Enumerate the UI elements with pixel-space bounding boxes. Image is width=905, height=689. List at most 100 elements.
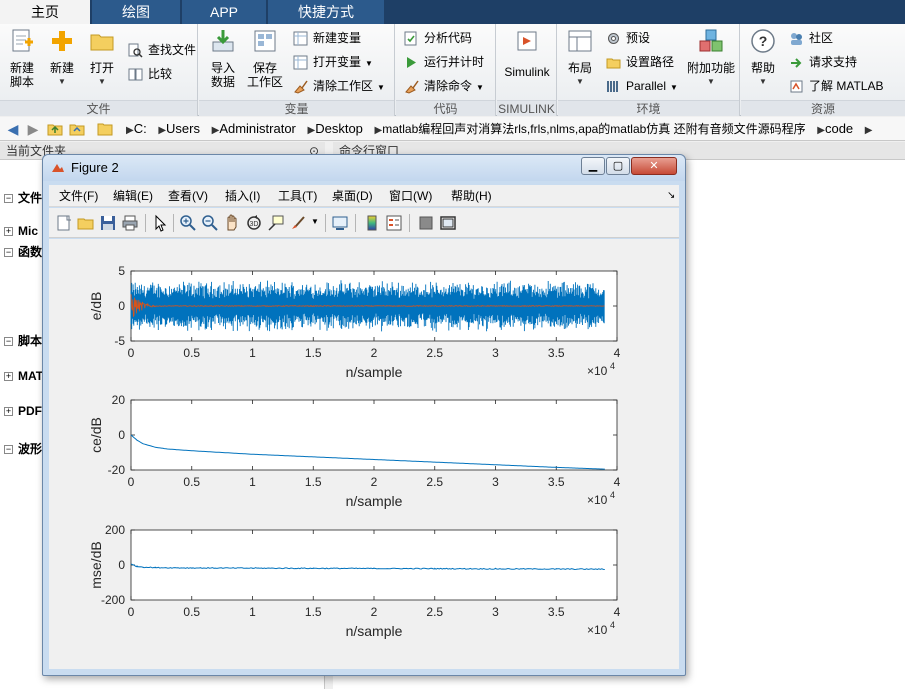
clear-commands-button[interactable]: 清除命令 ▼ [404,76,484,96]
clear-workspace-button[interactable]: 清除工作区 ▼ [293,76,385,96]
zoom-in-icon[interactable] [179,214,197,232]
figure-title-bar[interactable]: Figure 2 ▁ ▢ ✕ [43,155,685,181]
open-file-icon[interactable] [77,214,95,232]
new-button[interactable]: 新建 ▼ [46,28,78,89]
collapse-icon[interactable]: − [4,194,13,204]
menu-file[interactable]: 文件(F) [59,185,98,207]
simulink-group-title: SIMULINK [497,100,556,116]
tab-home[interactable]: 主页 [0,0,90,24]
back-arrow-icon[interactable]: ◀ [4,120,22,138]
breadcrumb-segment[interactable]: matlab编程回声对消算法rls,frls,nlms,apa的matlab仿真… [382,122,805,136]
simulink-button[interactable]: Simulink [501,28,553,79]
compare-button[interactable]: 比较 [128,64,172,84]
collapse-icon[interactable]: − [4,337,13,347]
help-dropdown-icon[interactable]: ▼ [747,75,779,89]
tree-item-pdf[interactable]: + PDF [4,404,42,418]
subplots[interactable]: 0 0.5 1 1.5 2 2.5 3 3.5 450-5n/samplee/dB×10 40 0.… [49,239,679,669]
parallel-dropdown-icon[interactable]: ▼ [670,83,678,92]
collapse-icon[interactable]: − [4,445,13,455]
open-variable-icon [293,55,308,70]
tab-shortcuts[interactable]: 快捷方式 [268,0,384,24]
pointer-icon[interactable] [151,214,169,232]
figure-canvas[interactable]: 0 0.5 1 1.5 2 2.5 3 3.5 4 5 0 -5 n/sample e/dB ×10 4 0 0.… [49,239,679,669]
import-label-2: 数据 [210,75,235,89]
community-button[interactable]: 社区 [789,28,833,48]
brush-icon[interactable] [289,214,307,232]
link-icon[interactable] [331,214,349,232]
maximize-button[interactable]: ▢ [606,157,630,175]
data-cursor-icon[interactable] [267,214,285,232]
breadcrumb-segment[interactable]: Users [166,121,200,136]
zoom-out-icon[interactable] [201,214,219,232]
expand-icon[interactable]: + [4,372,13,382]
breadcrumb-segment[interactable]: Administrator [219,121,296,136]
tab-plots[interactable]: 绘图 [92,0,180,24]
collapse-icon[interactable]: − [4,248,13,258]
addons-button[interactable]: 附加功能 ▼ [686,28,736,89]
close-button[interactable]: ✕ [631,157,677,175]
breadcrumb-segment[interactable]: C: [134,121,147,136]
menu-edit[interactable]: 编辑(E) [113,185,153,207]
minimize-button[interactable]: ▁ [581,157,605,175]
dock-arrow-icon[interactable]: ↘ [667,185,675,207]
pan-icon[interactable] [223,214,241,232]
open-dropdown-icon[interactable]: ▼ [86,75,118,89]
colorbar-icon[interactable] [363,214,381,232]
layout-dropdown-icon[interactable]: ▼ [564,75,596,89]
parallel-button[interactable]: Parallel ▼ [606,76,678,96]
tree-item-mic[interactable]: + Mic [4,224,38,238]
expand-icon[interactable]: + [4,407,13,417]
clear-workspace-dropdown-icon[interactable]: ▼ [377,83,385,92]
rotate-icon[interactable]: 3D [245,214,263,232]
hide-tools-icon[interactable] [417,214,435,232]
preferences-button[interactable]: 预设 [606,28,650,48]
tree-item-mat[interactable]: + MAT [4,369,43,383]
find-files-button[interactable]: 查找文件 [128,40,196,60]
tree-item-scripts[interactable]: − 脚本 [4,332,42,349]
menu-tools[interactable]: 工具(T) [278,185,317,207]
up-folder-icon[interactable] [46,120,64,138]
addons-dropdown-icon[interactable]: ▼ [686,75,736,89]
new-script-button[interactable]: 新建 脚本 [6,28,38,89]
new-figure-icon[interactable] [55,214,73,232]
set-path-button[interactable]: 设置路径 [606,52,674,72]
open-button[interactable]: 打开 ▼ [86,28,118,89]
brush-dropdown-icon[interactable]: ▼ [311,217,319,226]
breadcrumb-segment[interactable]: code [825,121,853,136]
open-variable-dropdown-icon[interactable]: ▼ [365,59,373,68]
tree-item-file[interactable]: − 文件 [4,189,42,206]
run-and-time-button[interactable]: 运行并计时 [404,52,484,72]
save-workspace-label-2: 工作区 [246,75,283,89]
y-axis-label: e/dB [88,292,104,321]
request-support-button[interactable]: 请求支持 [789,52,857,72]
learn-matlab-button[interactable]: 了解 MATLAB [789,76,883,96]
tab-apps[interactable]: APP [182,0,266,24]
save-workspace-button[interactable]: 保存 工作区 [245,28,285,89]
menu-help[interactable]: 帮助(H) [451,185,492,207]
tree-item-label: 脚本 [18,334,43,348]
tree-item-waveform[interactable]: − 波形 [4,440,42,457]
forward-arrow-icon[interactable]: ▶ [24,120,42,138]
help-button[interactable]: ? 帮助 ▼ [747,28,779,89]
browse-folder-icon[interactable] [68,120,86,138]
breadcrumb-segment[interactable]: Desktop [315,121,363,136]
layout-button[interactable]: 布局 ▼ [564,28,596,89]
menu-insert[interactable]: 插入(I) [225,185,260,207]
menu-desktop[interactable]: 桌面(D) [332,185,373,207]
legend-icon[interactable] [385,214,403,232]
new-dropdown-icon[interactable]: ▼ [46,75,78,89]
print-icon[interactable] [121,214,139,232]
menu-window[interactable]: 窗口(W) [389,185,432,207]
import-data-button[interactable]: 导入 数据 [207,28,239,89]
dock-icon[interactable] [439,214,457,232]
menu-view[interactable]: 查看(V) [168,185,208,207]
tree-item-functions[interactable]: − 函数 [4,243,42,260]
analyze-code-button[interactable]: 分析代码 [404,28,472,48]
y-tick-label: 200 [105,523,125,537]
save-icon[interactable] [99,214,117,232]
new-variable-button[interactable]: 新建变量 [293,28,361,48]
expand-icon[interactable]: + [4,227,13,237]
clear-commands-dropdown-icon[interactable]: ▼ [476,83,484,92]
x-tick-label: 2.5 [426,346,443,360]
open-variable-button[interactable]: 打开变量 ▼ [293,52,373,72]
